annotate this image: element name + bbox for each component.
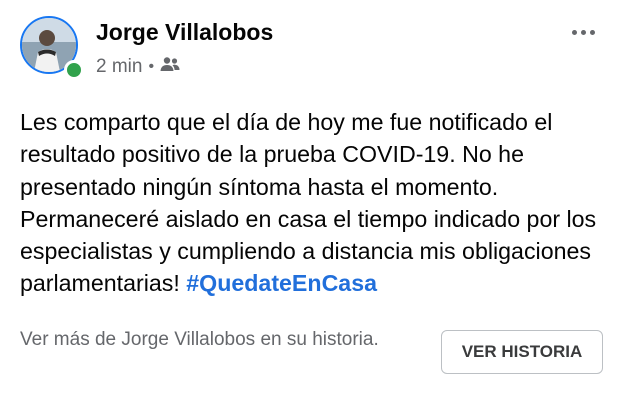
- more-dot: [580, 29, 586, 35]
- story-prompt: Ver más de Jorge Villalobos en su histor…: [20, 329, 379, 350]
- more-dot: [571, 29, 577, 35]
- post-text: Les comparto que el día de hoy me fue no…: [20, 109, 597, 297]
- post-time[interactable]: 2 min: [96, 56, 142, 78]
- friends-icon[interactable]: [160, 56, 180, 78]
- hashtag-link[interactable]: #QuedateEnCasa: [186, 270, 377, 296]
- more-dot: [589, 29, 595, 35]
- view-story-button[interactable]: VER HISTORIA: [441, 330, 603, 374]
- author-avatar[interactable]: [20, 16, 84, 80]
- more-options-icon[interactable]: [566, 22, 600, 42]
- facebook-post: Jorge Villalobos 2 min • Les comparto qu…: [0, 0, 628, 402]
- online-status-dot: [64, 60, 84, 80]
- post-meta: 2 min •: [96, 56, 180, 78]
- author-name[interactable]: Jorge Villalobos: [96, 19, 273, 46]
- meta-separator: •: [148, 58, 155, 75]
- post-body: Les comparto que el día de hoy me fue no…: [20, 106, 615, 300]
